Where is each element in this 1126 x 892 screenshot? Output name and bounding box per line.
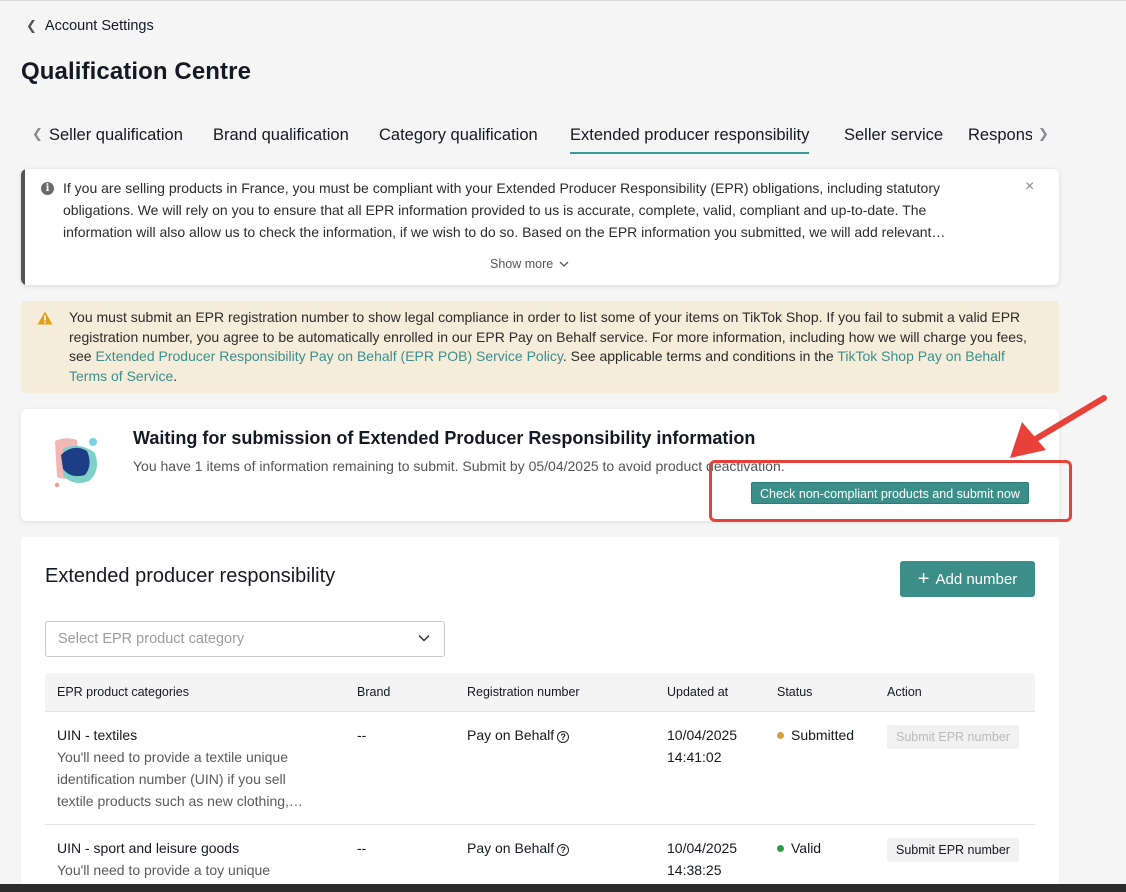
column-header-registration: Registration number	[467, 685, 580, 699]
section-title: Extended producer responsibility	[45, 565, 336, 587]
info-icon: i	[41, 182, 54, 195]
tab-brand-qualification[interactable]: Brand qualification	[213, 126, 349, 145]
column-header-updated: Updated at	[667, 685, 729, 699]
top-border	[0, 0, 1126, 1]
status-badge: Valid	[791, 840, 822, 856]
back-link[interactable]: ❮ Account Settings	[26, 18, 154, 34]
updated-cell: 10/04/2025 14:38:25	[667, 837, 737, 881]
submit-epr-number-button[interactable]: Submit EPR number	[887, 725, 1019, 749]
chevron-left-icon: ❮	[26, 18, 37, 33]
tab-extended-producer-responsibility[interactable]: Extended producer responsibility	[570, 126, 810, 154]
status-cell: Submitted	[777, 724, 854, 746]
epr-section: Extended producer responsibility + Add n…	[21, 537, 1059, 892]
epr-pob-policy-link[interactable]: Extended Producer Responsibility Pay on …	[95, 348, 562, 364]
page-title: Qualification Centre	[21, 58, 252, 85]
help-icon[interactable]: ?	[557, 731, 570, 743]
select-placeholder: Select EPR product category	[58, 631, 245, 647]
column-header-action: Action	[887, 685, 922, 699]
back-link-label: Account Settings	[44, 18, 154, 34]
warning-icon	[37, 311, 53, 325]
status-dot-icon	[777, 845, 784, 852]
add-number-button[interactable]: + Add number	[900, 561, 1035, 597]
waiting-subtitle: You have 1 items of information remainin…	[133, 458, 785, 474]
tab-scroll-left-icon[interactable]: ❮	[32, 126, 43, 142]
tab-overflow-clip: Respons	[968, 122, 1032, 154]
warning-text-part-2: . See applicable terms and conditions in…	[562, 348, 838, 364]
table-row: UIN - textiles You'll need to provide a …	[45, 712, 1035, 825]
registration-cell: Pay on Behalf?	[467, 837, 570, 859]
close-icon[interactable]: ×	[1025, 178, 1034, 196]
epr-info-notice: i If you are selling products in France,…	[21, 169, 1059, 285]
taskbar	[0, 884, 1126, 892]
notice-text: If you are selling products in France, y…	[63, 180, 946, 240]
category-name: UIN - textiles	[57, 727, 138, 743]
updated-time: 14:38:25	[667, 862, 722, 878]
warning-text: You must submit an EPR registration numb…	[69, 308, 1039, 386]
column-header-brand: Brand	[357, 685, 391, 699]
category-description: You'll need to provide a textile unique …	[57, 749, 303, 809]
tab-seller-qualification[interactable]: Seller qualification	[49, 126, 183, 145]
waiting-title: Waiting for submission of Extended Produ…	[133, 428, 756, 448]
brand-cell: --	[357, 727, 367, 743]
tab-seller-service[interactable]: Seller service	[844, 126, 943, 145]
waiting-submission-card: Waiting for submission of Extended Produ…	[21, 409, 1059, 521]
updated-date: 10/04/2025	[667, 840, 738, 856]
show-more-label: Show more	[490, 257, 554, 271]
submit-epr-number-button[interactable]: Submit EPR number	[887, 838, 1019, 862]
table-row: UIN - sport and leisure goods You'll nee…	[45, 825, 1035, 892]
category-cell: UIN - sport and leisure goods You'll nee…	[57, 837, 317, 881]
status-cell: Valid	[777, 837, 821, 859]
page: ❮ Account Settings Qualification Centre …	[0, 0, 1126, 892]
status-badge: Submitted	[791, 727, 855, 743]
registration-value: Pay on Behalf	[467, 840, 555, 856]
epr-category-select[interactable]: Select EPR product category	[45, 621, 445, 657]
tab-category-qualification[interactable]: Category qualification	[379, 126, 538, 145]
updated-cell: 10/04/2025 14:41:02	[667, 724, 737, 768]
category-name: UIN - sport and leisure goods	[57, 840, 240, 856]
chevron-down-icon	[559, 261, 569, 267]
registration-value: Pay on Behalf	[467, 727, 555, 743]
check-non-compliant-button[interactable]: Check non-compliant products and submit …	[751, 482, 1029, 504]
show-more-button[interactable]: Show more	[490, 257, 569, 271]
column-header-category: EPR product categories	[57, 685, 190, 699]
registration-cell: Pay on Behalf?	[467, 724, 570, 746]
brand-cell: --	[357, 840, 367, 856]
help-icon[interactable]: ?	[557, 844, 570, 856]
category-description: You'll need to provide a toy unique	[57, 862, 271, 878]
category-cell: UIN - textiles You'll need to provide a …	[57, 724, 317, 812]
tab-responsibility[interactable]: Respons	[968, 126, 1032, 145]
chevron-down-icon	[418, 634, 430, 642]
updated-time: 14:41:02	[667, 749, 722, 765]
notice-accent-bar	[21, 169, 25, 285]
status-dot-icon	[777, 732, 784, 739]
add-number-label: Add number	[935, 570, 1018, 588]
column-header-status: Status	[777, 685, 813, 699]
tab-bar: ❮ Seller qualification Brand qualificati…	[28, 122, 1058, 154]
tab-scroll-right-icon[interactable]: ❯	[1038, 126, 1049, 142]
plus-icon: +	[917, 568, 930, 590]
document-illustration-icon	[54, 438, 97, 488]
updated-date: 10/04/2025	[667, 727, 738, 743]
warning-text-part-3: .	[173, 367, 178, 384]
epr-warning-banner: You must submit an EPR registration numb…	[21, 301, 1059, 393]
table-header: EPR product categories Brand Registratio…	[45, 673, 1035, 712]
